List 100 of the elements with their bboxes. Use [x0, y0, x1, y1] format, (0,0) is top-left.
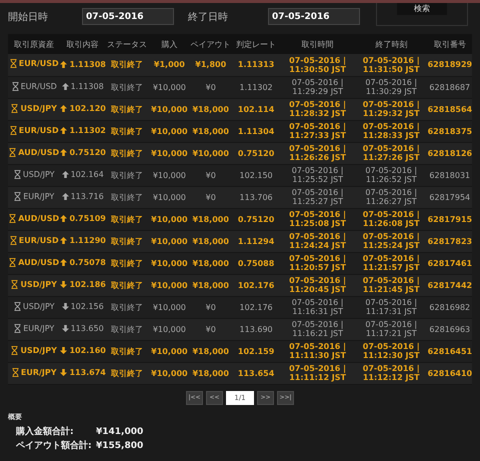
payout-text: ¥0 — [206, 324, 216, 334]
trade-id-text: 62817954 — [429, 192, 470, 202]
asset-text: EUR/JPY — [20, 368, 57, 376]
filter-label: 終了日時 — [188, 10, 229, 24]
hourglass-icon — [14, 170, 21, 178]
summary-label: 購入金額合計: — [16, 425, 75, 438]
end-time-text: 11:26:52 JST — [364, 175, 418, 184]
trade-id-text: 62818929 — [428, 60, 472, 70]
hourglass-icon — [14, 324, 22, 332]
column-header: 取引内容 — [60, 34, 105, 54]
end-time-text: 11:28:33 JST — [362, 131, 421, 140]
end-time-text: 11:17:21 JST — [364, 329, 418, 338]
strike-text: 102.156 — [70, 302, 104, 311]
trade-time-text: 11:16:31 JST — [291, 307, 344, 316]
purchase-text: ¥10,000 — [151, 214, 188, 224]
end-time-text: 07-05-2016 | — [362, 342, 421, 351]
payout-text: ¥18,000 — [192, 368, 229, 378]
hourglass-icon — [10, 236, 17, 244]
strike-text: 1.11308 — [69, 60, 106, 69]
end-time-text: 07-05-2016 | — [364, 188, 418, 197]
strike-text: 1.11308 — [70, 82, 104, 91]
trade-id-text: 62816410 — [428, 368, 472, 378]
trade-time-text: 07-05-2016 | — [288, 210, 348, 219]
end-time-text: 07-05-2016 | — [362, 122, 421, 131]
strike-text: 113.674 — [69, 368, 106, 377]
column-header: ペイアウト — [190, 34, 232, 54]
trade-id-text: 62816963 — [429, 324, 470, 334]
status-text: 取引終了 — [111, 82, 143, 92]
purchase-text: ¥10,000 — [151, 368, 188, 378]
end-time-text: 11:31:50 JST — [362, 64, 421, 74]
rate-text: 102.176 — [238, 280, 274, 290]
trade-id-text: 62817461 — [428, 258, 472, 268]
status-text: 取引終了 — [111, 170, 143, 180]
trade-time-text: 11:24:24 JST — [288, 241, 347, 250]
date-field[interactable]: 07-05-2016 — [268, 8, 360, 25]
end-time-text: 11:30:29 JST — [364, 87, 418, 96]
end-time-text: 11:26:27 JST — [364, 197, 418, 206]
column-header: 購入 — [149, 34, 190, 54]
trade-id-text: 62818564 — [428, 104, 472, 114]
strike-text: 113.650 — [70, 324, 104, 333]
trade-time-text: 07-05-2016 | — [288, 364, 348, 373]
status-text: 取引終了 — [111, 126, 143, 136]
purchase-text: ¥10,000 — [151, 280, 188, 290]
hourglass-icon — [11, 104, 18, 112]
end-time-text: 07-05-2016 | — [362, 232, 421, 241]
asset-text: EUR/USD — [18, 126, 59, 134]
strike-text: 0.75120 — [69, 148, 106, 157]
summary-value: ¥141,000 — [96, 426, 144, 436]
strike-text: 1.11290 — [69, 236, 106, 245]
column-header: 判定レート — [232, 34, 280, 54]
end-time-text: 07-05-2016 | — [364, 320, 418, 329]
end-time-text: 07-05-2016 | — [364, 78, 418, 87]
trade-time-text: 07-05-2016 | — [288, 56, 348, 65]
payout-text: ¥18,000 — [192, 346, 229, 356]
end-time-text: 11:12:30 JST — [362, 351, 421, 360]
asset-text: EUR/USD — [18, 59, 59, 68]
trade-id-text: 62818031 — [429, 170, 470, 180]
status-text: 取引終了 — [111, 368, 143, 378]
end-time-text: 07-05-2016 | — [362, 144, 421, 153]
payout-text: ¥18,000 — [192, 236, 229, 246]
status-text: 取引終了 — [111, 214, 143, 224]
trade-id-text: 62816982 — [429, 302, 470, 312]
purchase-text: ¥10,000 — [151, 148, 188, 158]
search-button[interactable]: 検索 — [397, 3, 447, 15]
status-text: 取引終了 — [111, 236, 143, 246]
status-text: 取引終了 — [111, 258, 143, 268]
purchase-text: ¥10,000 — [151, 258, 188, 268]
trade-time-text: 11:28:32 JST — [288, 109, 347, 118]
status-text: 取引終了 — [111, 302, 143, 312]
asset-text: USD/JPY — [22, 170, 55, 178]
summary-label: ペイアウト額合計: — [16, 439, 93, 452]
strike-text: 0.75109 — [69, 214, 106, 223]
purchase-text: ¥10,000 — [152, 192, 186, 202]
end-time-text: 07-05-2016 | — [364, 298, 418, 307]
rate-text: 0.75120 — [238, 148, 274, 158]
date-field[interactable]: 07-05-2016 — [82, 8, 174, 25]
trade-time-text: 07-05-2016 | — [290, 188, 344, 197]
end-time-text: 11:27:26 JST — [362, 153, 421, 162]
hourglass-icon — [9, 258, 16, 266]
trade-id-text: 62817442 — [428, 280, 472, 290]
purchase-text: ¥10,000 — [152, 170, 186, 180]
hourglass-icon — [14, 302, 21, 310]
status-text: 取引終了 — [111, 148, 143, 158]
asset-text: USD/JPY — [20, 346, 57, 354]
status-text: 取引終了 — [111, 60, 143, 70]
column-header: ステータス — [104, 34, 150, 54]
trade-time-text: 07-05-2016 | — [288, 254, 348, 263]
column-header: 取引番号 — [428, 34, 472, 54]
trade-id-text: 62816451 — [428, 346, 472, 356]
end-time-text: 11:21:57 JST — [362, 263, 421, 272]
payout-text: ¥0 — [206, 170, 216, 180]
strike-text: 102.164 — [70, 170, 104, 179]
rate-text: 1.11304 — [238, 126, 274, 136]
end-time-text: 07-05-2016 | — [364, 166, 418, 175]
status-text: 取引終了 — [111, 324, 143, 334]
trade-id-text: 62817915 — [428, 214, 472, 224]
purchase-text: ¥10,000 — [151, 346, 188, 356]
rate-text: 113.706 — [240, 192, 273, 202]
hourglass-icon — [10, 59, 17, 68]
strike-text: 0.75078 — [69, 258, 106, 267]
